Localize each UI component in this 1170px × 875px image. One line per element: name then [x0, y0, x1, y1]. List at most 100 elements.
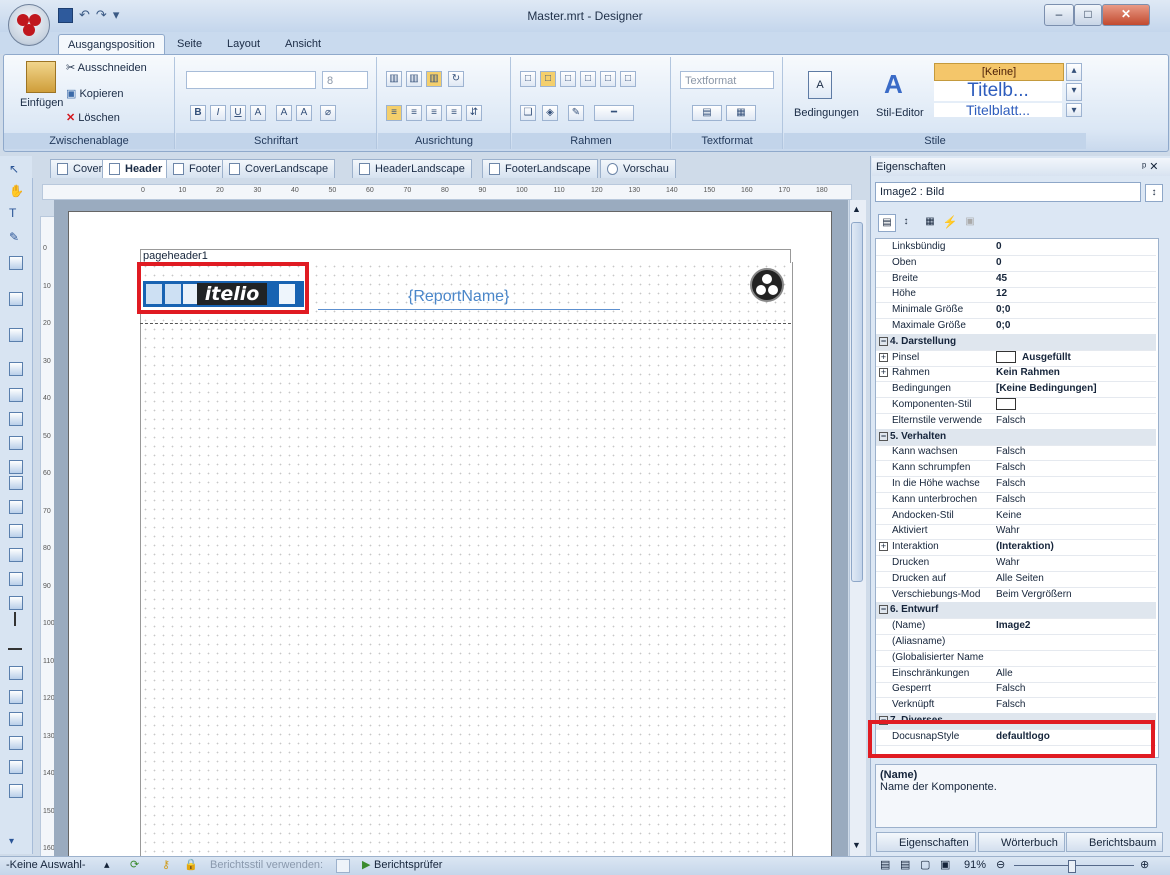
data-band-tool-icon[interactable] — [9, 412, 23, 426]
close-button[interactable]: ✕ — [1102, 4, 1150, 26]
property-category[interactable]: −4. Darstellung — [876, 333, 1156, 351]
property-row[interactable]: Höhe 12 — [876, 286, 1156, 304]
text-tool-icon[interactable]: T — [9, 206, 16, 220]
view-page-icon[interactable]: ▤ — [900, 857, 910, 874]
barcode-tool-icon[interactable] — [9, 784, 23, 798]
rotate-icon[interactable]: ↻ — [448, 71, 464, 87]
cut-button[interactable]: ✂ Ausschneiden — [66, 61, 147, 74]
border-bottom-icon[interactable]: □ — [600, 71, 616, 87]
property-value[interactable]: 12 — [996, 286, 1156, 302]
property-value[interactable]: [Keine Bedingungen] — [996, 381, 1156, 397]
minimize-button[interactable]: – — [1044, 4, 1074, 26]
chart-tool-icon[interactable] — [9, 712, 23, 726]
report-title-tool-icon[interactable] — [9, 388, 23, 402]
header-band-tool-icon[interactable] — [9, 362, 23, 376]
property-row[interactable]: Drucken Wahr — [876, 555, 1156, 572]
property-value[interactable]: Falsch — [996, 492, 1156, 508]
property-row[interactable]: Oben 0 — [876, 255, 1156, 272]
band-tool-icon[interactable] — [9, 256, 23, 270]
property-row[interactable]: Kann wachsen Falsch — [876, 444, 1156, 462]
property-row[interactable]: Einschränkungen Alle — [876, 666, 1156, 683]
border-all-icon[interactable]: □ — [520, 71, 536, 87]
tab-seite[interactable]: Seite — [168, 34, 211, 54]
styles-scroll-up[interactable]: ▴ — [1066, 63, 1082, 81]
property-value[interactable]: Falsch — [996, 413, 1156, 429]
conditions-button[interactable]: Bedingungen — [794, 107, 859, 119]
toolbox-more-icon[interactable]: ▾ — [9, 836, 14, 847]
selection-combo[interactable]: -Keine Auswahl- — [6, 857, 86, 874]
key-icon[interactable]: ⚷ — [162, 857, 170, 874]
expand-icon[interactable]: − — [879, 336, 888, 346]
crossband-tool-icon[interactable] — [9, 292, 23, 306]
underline-button[interactable]: U — [230, 105, 246, 121]
property-value[interactable]: (Interaktion) — [996, 539, 1156, 555]
scroll-down-icon[interactable]: ▼ — [852, 840, 861, 850]
page-tab-footer[interactable]: Footer — [166, 159, 228, 178]
align-center-button[interactable]: ≡ — [406, 105, 422, 121]
border-color-icon[interactable]: ✎ — [568, 105, 584, 121]
border-top-icon[interactable]: □ — [560, 71, 576, 87]
property-value[interactable]: Falsch — [996, 444, 1156, 460]
justify-button[interactable]: ≡ — [446, 105, 462, 121]
style-editor-button[interactable]: Stil-Editor — [876, 107, 924, 119]
subreport-tool-icon[interactable] — [9, 760, 23, 774]
expand-icon[interactable]: + — [879, 542, 888, 552]
expand-icon[interactable]: − — [879, 431, 888, 441]
property-value[interactable]: Alle Seiten — [996, 571, 1156, 587]
maximize-button[interactable]: □ — [1074, 4, 1102, 26]
group-header-tool-icon[interactable] — [9, 436, 23, 450]
border-left-icon[interactable]: □ — [540, 71, 556, 87]
zoom-fit-icon[interactable]: ▣ — [940, 857, 950, 874]
tab-ausgangsposition[interactable]: Ausgangsposition — [58, 34, 165, 55]
tab-ansicht[interactable]: Ansicht — [276, 34, 330, 54]
styles-scroll-down[interactable]: ▾ — [1066, 83, 1082, 101]
tab-properties[interactable]: Eigenschaften — [876, 832, 976, 852]
zoom-out-icon[interactable]: ⊖ — [996, 857, 1005, 874]
italic-button[interactable]: I — [210, 105, 226, 121]
selection-dropdown-icon[interactable]: ▴ — [104, 857, 110, 874]
style-titleblatt-item[interactable]: Titelblatt... — [934, 103, 1062, 117]
fill-color-icon[interactable]: ◈ — [542, 105, 558, 121]
image-tool-icon[interactable] — [9, 690, 23, 704]
conditions-icon[interactable]: A — [808, 71, 832, 99]
property-value[interactable]: 0;0 — [996, 302, 1156, 318]
play-icon[interactable]: ▶ — [362, 857, 370, 874]
property-row[interactable]: Kann unterbrochen Falsch — [876, 492, 1156, 509]
zoom-in-icon[interactable]: ⊕ — [1140, 857, 1149, 874]
property-value[interactable]: Falsch — [996, 476, 1156, 492]
property-value[interactable]: Beim Vergrößern — [996, 587, 1156, 603]
tab-dictionary[interactable]: Wörterbuch — [978, 832, 1065, 852]
paste-icon[interactable] — [26, 61, 56, 93]
property-value[interactable]: Alle — [996, 666, 1156, 682]
expand-icon[interactable]: + — [879, 368, 888, 378]
property-value[interactable]: Wahr — [996, 523, 1156, 539]
property-value[interactable]: Falsch — [996, 681, 1156, 697]
sort-az-icon[interactable]: ↕ — [1145, 184, 1163, 202]
barcode-alt-icon[interactable]: ▥ — [406, 71, 422, 87]
textbox-tool-icon[interactable] — [9, 524, 23, 538]
object-selector[interactable]: Image2 : Bild — [875, 182, 1141, 202]
property-value[interactable]: Falsch — [996, 460, 1156, 476]
vertical-line-tool-icon[interactable] — [14, 612, 16, 626]
page-tab-header[interactable]: Header — [102, 159, 170, 178]
property-value[interactable]: 0 — [996, 255, 1156, 271]
property-row[interactable]: Komponenten-Stil — [876, 397, 1156, 414]
property-row[interactable]: Aktiviert Wahr — [876, 523, 1156, 541]
expand-icon[interactable]: − — [879, 605, 888, 615]
page-tab-preview[interactable]: Vorschau — [600, 159, 676, 178]
property-row[interactable]: Kann schrumpfen Falsch — [876, 460, 1156, 478]
property-row[interactable]: Gesperrt Falsch — [876, 681, 1156, 699]
border-none-icon[interactable]: □ — [620, 71, 636, 87]
pin-icon[interactable]: ᵖ ✕ — [1142, 160, 1158, 173]
property-category[interactable]: −5. Verhalten — [876, 428, 1156, 446]
text-component-icon[interactable] — [9, 460, 23, 474]
property-row[interactable]: + Pinsel Ausgefüllt — [876, 350, 1156, 367]
tab-layout[interactable]: Layout — [218, 34, 269, 54]
format-date-icon[interactable]: ▦ — [726, 105, 756, 121]
page-header-tool-icon[interactable] — [9, 328, 23, 342]
property-value[interactable]: Kein Rahmen — [996, 365, 1156, 381]
property-row[interactable]: Elternstile verwende Falsch — [876, 413, 1156, 430]
align-left-button[interactable]: ≡ — [386, 105, 402, 121]
page-header-band-area[interactable] — [140, 262, 793, 856]
tab-report-tree[interactable]: Berichtsbaum — [1066, 832, 1164, 852]
